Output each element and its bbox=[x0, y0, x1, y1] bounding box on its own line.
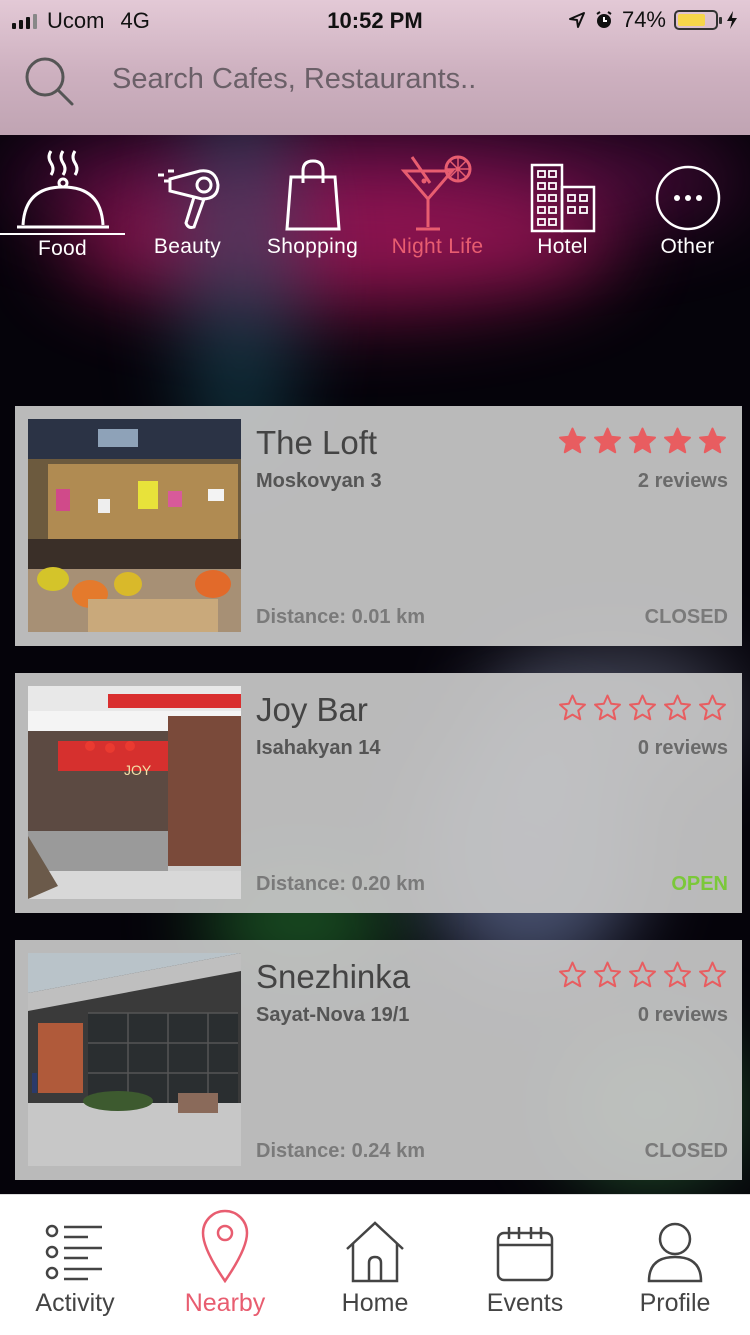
place-card[interactable]: JOY Joy Bar Isahakyan 14 0 reviews Dista… bbox=[15, 673, 742, 913]
status-badge: CLOSED bbox=[644, 1140, 728, 1162]
category-label: Other bbox=[660, 235, 715, 258]
category-night-life[interactable]: Night Life bbox=[375, 145, 500, 270]
place-address: Isahakyan 14 bbox=[256, 737, 381, 759]
place-photo bbox=[28, 419, 241, 632]
place-distance: Distance: 0.01 km bbox=[256, 606, 425, 628]
search-bar bbox=[0, 46, 750, 116]
home-icon bbox=[346, 1221, 404, 1283]
tab-label: Profile bbox=[639, 1289, 711, 1317]
cloche-icon bbox=[16, 150, 109, 229]
shopping-bag-icon bbox=[284, 159, 341, 231]
status-badge: OPEN bbox=[671, 873, 728, 895]
star-empty-icon bbox=[699, 694, 726, 721]
star-empty-icon bbox=[594, 961, 621, 988]
place-name: Joy Bar bbox=[256, 691, 368, 728]
status-bar: Ucom 4G 10:52 PM 74% bbox=[0, 0, 750, 40]
location-arrow-icon bbox=[568, 12, 585, 28]
star-filled-icon bbox=[629, 427, 656, 454]
star-empty-icon bbox=[559, 961, 586, 988]
user-icon bbox=[647, 1222, 703, 1283]
calendar-icon bbox=[496, 1227, 554, 1282]
rating-stars bbox=[557, 960, 728, 990]
place-distance: Distance: 0.20 km bbox=[256, 873, 425, 895]
hotel-building-icon bbox=[530, 163, 595, 233]
review-count: 0 reviews bbox=[637, 737, 728, 759]
review-count: 0 reviews bbox=[637, 1004, 728, 1026]
category-other[interactable]: Other bbox=[625, 145, 750, 270]
star-filled-icon bbox=[594, 427, 621, 454]
alarm-icon bbox=[596, 11, 612, 28]
star-empty-icon bbox=[664, 961, 691, 988]
tab-label: Events bbox=[486, 1289, 564, 1317]
rating-stars bbox=[557, 426, 728, 456]
star-filled-icon bbox=[664, 427, 691, 454]
battery-percent: 74% bbox=[621, 7, 666, 32]
cocktail-icon bbox=[400, 155, 471, 231]
category-bar: Food Beauty Shopping Night Life Hotel Ot… bbox=[0, 145, 750, 275]
place-photo: JOY bbox=[28, 686, 241, 899]
header: Ucom 4G 10:52 PM 74% bbox=[0, 0, 750, 135]
search-input[interactable] bbox=[110, 58, 714, 100]
battery-icon bbox=[674, 10, 722, 30]
category-shopping[interactable]: Shopping bbox=[250, 145, 375, 270]
more-icon bbox=[655, 165, 720, 231]
place-address: Sayat-Nova 19/1 bbox=[256, 1004, 410, 1026]
place-distance: Distance: 0.24 km bbox=[256, 1140, 425, 1162]
review-count: 2 reviews bbox=[637, 470, 728, 492]
star-filled-icon bbox=[559, 427, 586, 454]
tab-events[interactable]: Events bbox=[450, 1195, 600, 1335]
tab-profile[interactable]: Profile bbox=[600, 1195, 750, 1335]
joy-sign-text: JOY bbox=[124, 762, 152, 778]
place-name: Snezhinka bbox=[256, 958, 411, 995]
place-photo bbox=[28, 953, 241, 1166]
category-label: Hotel bbox=[537, 235, 588, 258]
search-icon[interactable] bbox=[22, 54, 76, 108]
charging-icon bbox=[727, 11, 737, 29]
status-badge: CLOSED bbox=[644, 606, 728, 628]
tab-nearby[interactable]: Nearby bbox=[150, 1195, 300, 1335]
tab-label: Home bbox=[341, 1289, 409, 1317]
category-label: Shopping bbox=[266, 235, 359, 258]
star-empty-icon bbox=[629, 961, 656, 988]
map-pin-icon bbox=[201, 1209, 249, 1283]
star-filled-icon bbox=[699, 427, 726, 454]
category-food[interactable]: Food bbox=[0, 145, 125, 270]
star-empty-icon bbox=[699, 961, 726, 988]
star-empty-icon bbox=[629, 694, 656, 721]
category-label: Food bbox=[37, 237, 88, 260]
rating-stars bbox=[557, 693, 728, 723]
category-label: Night Life bbox=[391, 235, 484, 258]
star-empty-icon bbox=[594, 694, 621, 721]
place-address: Moskovyan 3 bbox=[256, 470, 382, 492]
category-hotel[interactable]: Hotel bbox=[500, 145, 625, 270]
tab-bar: Activity Nearby Home Events Profile bbox=[0, 1194, 750, 1335]
place-card[interactable]: Snezhinka Sayat-Nova 19/1 0 reviews Dist… bbox=[15, 940, 742, 1180]
tab-label: Nearby bbox=[184, 1289, 266, 1317]
tab-label: Activity bbox=[35, 1289, 115, 1317]
star-empty-icon bbox=[664, 694, 691, 721]
tab-home[interactable]: Home bbox=[300, 1195, 450, 1335]
place-card[interactable]: The Loft Moskovyan 3 2 reviews Distance:… bbox=[15, 406, 742, 646]
tab-activity[interactable]: Activity bbox=[0, 1195, 150, 1335]
star-empty-icon bbox=[559, 694, 586, 721]
list-icon bbox=[45, 1224, 102, 1281]
place-name: The Loft bbox=[256, 424, 378, 461]
category-label: Beauty bbox=[153, 235, 222, 258]
category-beauty[interactable]: Beauty bbox=[125, 145, 250, 270]
hair-dryer-icon bbox=[157, 169, 220, 229]
